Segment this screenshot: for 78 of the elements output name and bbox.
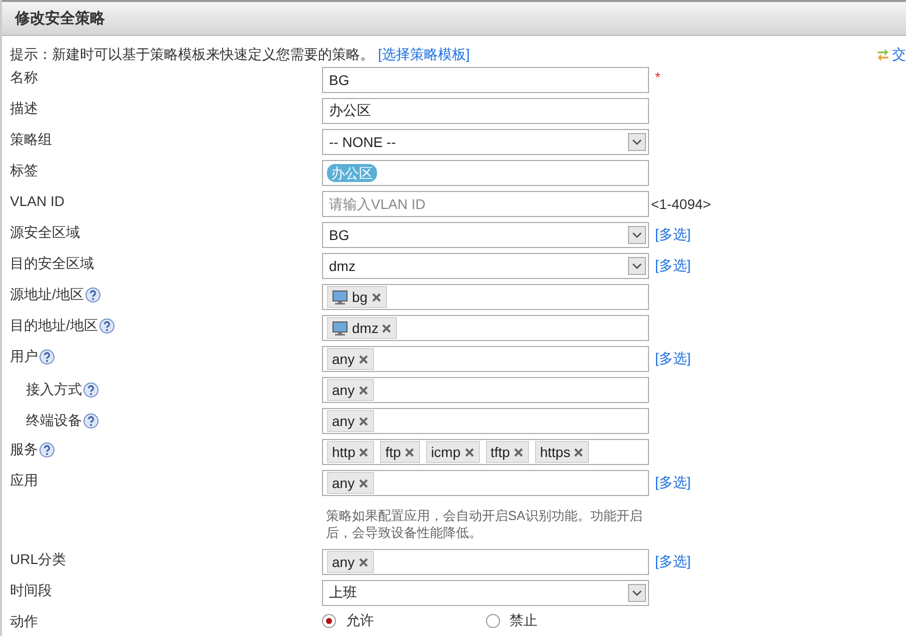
remove-icon bbox=[382, 324, 392, 332]
multi-select-link[interactable]: [多选] bbox=[655, 553, 691, 571]
remove-icon bbox=[359, 448, 368, 456]
token-label: ftp bbox=[385, 444, 401, 460]
token-field[interactable]: any bbox=[322, 549, 649, 575]
token-label: any bbox=[332, 382, 355, 398]
remove-icon bbox=[464, 448, 474, 456]
field-label: 标签 bbox=[10, 162, 38, 180]
field-label: 用户 bbox=[10, 348, 38, 366]
field-label: 时间段 bbox=[10, 582, 52, 600]
token-label: dmz bbox=[352, 320, 378, 336]
field-label: 目的地址/地区 bbox=[10, 317, 98, 335]
token-field[interactable]: dmz bbox=[322, 315, 649, 341]
token-label: any bbox=[332, 413, 355, 429]
remove-icon bbox=[574, 448, 584, 456]
input-field[interactable]: BG bbox=[322, 67, 649, 93]
radio-option[interactable]: 禁止 bbox=[486, 612, 649, 630]
token-label: http bbox=[332, 444, 356, 460]
token-label: bg bbox=[352, 289, 368, 305]
input-field[interactable]: 办公区 bbox=[322, 98, 649, 124]
required-mark: * bbox=[655, 69, 660, 85]
hint-text: 提示：新建时可以基于策略模板来快速定义您需要的策略。 bbox=[10, 46, 374, 64]
field-label: 服务 bbox=[10, 441, 38, 459]
token-field[interactable]: any bbox=[322, 346, 649, 372]
remove-icon bbox=[514, 448, 523, 456]
chevron-down-icon bbox=[628, 226, 646, 244]
token-label: any bbox=[332, 554, 355, 570]
token-field[interactable]: any bbox=[322, 408, 649, 434]
remove-icon bbox=[404, 448, 414, 456]
radio-option[interactable]: 允许 bbox=[322, 612, 486, 630]
field-label: 终端设备 bbox=[26, 412, 82, 430]
monitor-icon bbox=[332, 290, 348, 304]
token-field[interactable]: any bbox=[322, 470, 649, 496]
field-label: 应用 bbox=[10, 472, 38, 490]
field-label: 源地址/地区 bbox=[10, 286, 84, 304]
help-note: 策略如果配置应用，会自动开启SA识别功能。功能开启后，会导致设备性能降低。 bbox=[325, 507, 644, 541]
token-label: tftp bbox=[490, 444, 510, 460]
dropdown[interactable]: 上班 bbox=[322, 580, 649, 606]
token-field[interactable]: http ftp icmp tftp https bbox=[322, 439, 649, 465]
tag: 办公区 bbox=[327, 164, 377, 182]
chevron-down-icon bbox=[628, 257, 646, 275]
range-hint: <1-4094> bbox=[651, 196, 711, 212]
input-field[interactable]: 请输入VLAN ID bbox=[322, 191, 649, 217]
token-label: any bbox=[332, 475, 355, 491]
field-label: 目的安全区域 bbox=[10, 255, 94, 273]
field-label: 源安全区域 bbox=[10, 224, 80, 242]
dropdown[interactable]: -- NONE -- bbox=[322, 129, 649, 155]
field-label: VLAN ID bbox=[10, 193, 64, 209]
token-label: https bbox=[540, 444, 570, 460]
swap-icon bbox=[876, 47, 890, 63]
token-field[interactable]: any bbox=[322, 377, 649, 403]
token-label: icmp bbox=[430, 444, 460, 460]
remove-icon bbox=[358, 416, 368, 426]
chevron-down-icon bbox=[628, 133, 646, 151]
field-label: 接入方式 bbox=[26, 381, 82, 399]
dropdown[interactable]: dmz bbox=[322, 253, 649, 279]
token-label: any bbox=[332, 351, 355, 367]
multi-select-link[interactable]: [多选] bbox=[655, 257, 691, 275]
multi-select-link[interactable]: [多选] bbox=[655, 474, 691, 492]
field-label: 描述 bbox=[10, 100, 38, 118]
remove-icon bbox=[358, 478, 368, 488]
multi-select-link[interactable]: [多选] bbox=[655, 226, 691, 244]
field-label: 策略组 bbox=[10, 131, 52, 149]
dialog-title: 修改安全策略 bbox=[15, 9, 105, 28]
field-label: URL分类 bbox=[10, 551, 66, 569]
remove-icon bbox=[358, 386, 368, 394]
remove-icon bbox=[358, 558, 368, 566]
remove-icon bbox=[358, 354, 368, 364]
field-label: 名称 bbox=[10, 69, 38, 87]
token-field[interactable]: bg bbox=[322, 284, 649, 310]
chevron-down-icon bbox=[628, 584, 646, 602]
dropdown[interactable]: BG bbox=[322, 222, 649, 248]
field-label: 动作 bbox=[10, 613, 38, 631]
switch-link[interactable]: 交 bbox=[892, 46, 906, 64]
multi-select-link[interactable]: [多选] bbox=[655, 350, 691, 368]
remove-icon bbox=[372, 292, 381, 302]
monitor-icon bbox=[332, 320, 348, 336]
template-link[interactable]: [选择策略模板] bbox=[378, 46, 470, 64]
